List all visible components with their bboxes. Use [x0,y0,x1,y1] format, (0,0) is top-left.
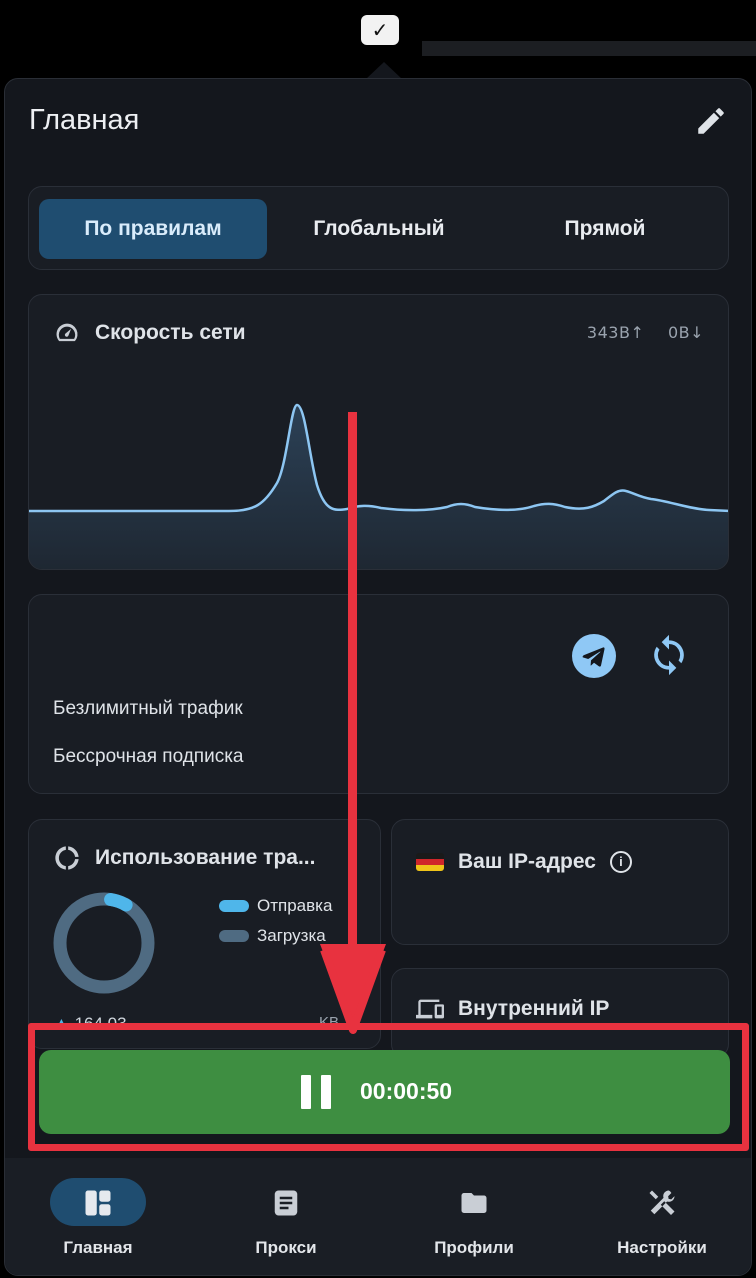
refresh-sync-icon[interactable] [647,631,691,679]
legend-upload-swatch [219,900,249,912]
donut-chart-icon [55,846,79,870]
popover-caret [366,62,402,79]
internal-ip-title: Внутренний IP [458,997,610,1020]
public-ip-card: Ваш IP-адрес i [391,819,729,945]
tray-check-icon[interactable]: ✓ [361,15,399,45]
mode-rules-button[interactable]: По правилам [39,199,267,259]
legend-upload-label: Отправка [257,896,333,915]
nav-label-home: Главная [63,1238,133,1257]
subscription-card: Безлимитный трафик Бессрочная подписка [28,594,729,794]
nav-label-settings: Настройки [617,1238,707,1257]
nav-item-settings[interactable]: Настройки [569,1158,749,1275]
connection-timer: 00:00:50 [360,1078,453,1104]
public-ip-title: Ваш IP-адрес [458,850,596,873]
speedometer-icon [56,323,78,342]
upload-speed: 343B↑ [586,323,645,342]
traffic-total-value: ▲ 164.03 [53,1014,127,1034]
nav-item-profiles[interactable]: Профили [381,1158,561,1275]
nav-item-proxies[interactable]: Прокси [193,1158,373,1275]
pause-icon[interactable] [301,1075,331,1109]
menu-bar-strip [422,41,756,56]
traffic-total-unit: KB [319,1014,340,1031]
tools-icon [649,1190,675,1215]
nav-label-proxies: Прокси [255,1238,317,1257]
speed-title: Скорость сети [95,321,246,344]
nav-item-home[interactable]: Главная [5,1158,185,1275]
traffic-total-number: 164.03 [74,1014,127,1033]
subscription-term-text: Бессрочная подписка [53,746,244,767]
download-speed: 0B↓ [667,323,704,342]
info-icon[interactable]: i [609,851,632,873]
internal-ip-card: Внутренний IP [391,968,729,1058]
speed-graph [29,403,728,569]
legend-download-label: Загрузка [257,926,326,945]
legend-download: Загрузка [219,926,326,946]
mode-selector: По правилам Глобальный Прямой [28,186,729,270]
mode-global-button[interactable]: Глобальный [265,199,493,259]
traffic-usage-card: Использование тра... Отправка Загрузка ▲… [28,819,381,1049]
nav-label-profiles: Профили [434,1238,514,1257]
traffic-donut-chart [53,892,155,994]
legend-download-swatch [219,930,249,942]
proxy-doc-icon [274,1190,298,1216]
legend-upload: Отправка [219,896,332,916]
arrow-up-icon: ▲ [53,1014,70,1033]
telegram-icon[interactable] [572,634,616,678]
dashboard-icon [85,1190,111,1216]
network-speed-card: Скорость сети 343B↑ 0B↓ [28,294,729,570]
traffic-limit-text: Безлимитный трафик [53,698,243,719]
edit-pencil-icon[interactable] [694,104,728,138]
folder-icon [461,1193,487,1213]
page-title: Главная [29,104,140,136]
germany-flag-icon [416,853,444,871]
devices-icon [416,999,444,1019]
mode-direct-button[interactable]: Прямой [491,199,719,259]
bottom-navigation: Главная Прокси Профили Настройки [5,1158,751,1275]
upload-arc [104,892,133,912]
traffic-title: Использование тра... [95,846,316,869]
menu-bar: ✓ [0,0,756,62]
